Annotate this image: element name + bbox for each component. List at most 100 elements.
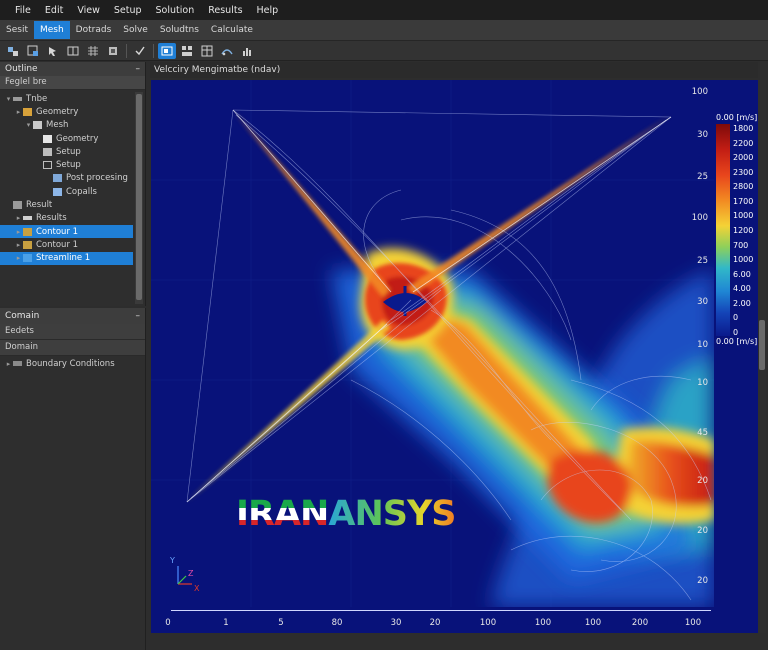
bottom-axis-tick-label: 30 xyxy=(390,618,402,628)
toolbar-separator xyxy=(126,43,127,58)
legend-label: 2200 xyxy=(733,138,754,148)
outline-item-geometry[interactable]: ▸ Geometry xyxy=(0,105,133,118)
tab-dotrads[interactable]: Dotrads xyxy=(70,21,118,39)
outline-scroll-thumb[interactable] xyxy=(136,94,142,300)
viewport-title: Velcciry Mengimatbe (ndav) xyxy=(150,62,758,78)
expand-arrow-icon[interactable]: ▸ xyxy=(14,241,23,249)
expand-arrow-icon[interactable]: ▸ xyxy=(14,108,23,116)
expand-arrow-icon[interactable]: ▸ xyxy=(14,228,23,236)
tab-sesit[interactable]: Sesit xyxy=(0,21,34,39)
expand-arrow-icon[interactable]: ▸ xyxy=(4,360,13,368)
right-axis-tick-label: 25 xyxy=(697,172,708,182)
viewport-scrollbar[interactable] xyxy=(758,80,766,633)
outline-item-label: Geometry xyxy=(56,133,99,144)
outline-item-results[interactable]: ▸ Results xyxy=(0,212,133,225)
outline-item-label: Mesh xyxy=(46,120,69,131)
outline-item-label: Copalls xyxy=(66,186,97,197)
outline-scrollbar[interactable] xyxy=(135,92,143,304)
copalls-icon xyxy=(53,187,62,196)
menu-solution[interactable]: Solution xyxy=(149,5,202,16)
component-tool-icon[interactable] xyxy=(104,43,122,59)
bottom-axis-tick-label: 0 xyxy=(165,618,171,628)
tab-soludtns[interactable]: Soludtns xyxy=(154,21,205,39)
bottom-axis-tick-label: 1 xyxy=(223,618,229,628)
outline-item-contour-1[interactable]: ▸ Contour 1 xyxy=(0,238,133,251)
outline-item-geometry[interactable]: Geometry xyxy=(0,132,133,145)
outline-panel: Outline – Feglel bre ▾ Tnbe ▸ Geometry ▾ Mesh… xyxy=(0,62,146,306)
outline-item-setup[interactable]: Setup xyxy=(0,145,133,158)
outline-collapse-button[interactable]: – xyxy=(136,64,141,74)
tab-mesh[interactable]: Mesh xyxy=(33,21,70,39)
right-axis-tick-label: 30 xyxy=(697,297,708,307)
legend-label: 6.00 xyxy=(733,269,751,279)
legend-label: 1800 xyxy=(733,124,754,133)
legend-label: 4.00 xyxy=(733,284,751,294)
expand-arrow-icon[interactable]: ▾ xyxy=(24,121,33,129)
check-icon[interactable] xyxy=(131,43,149,59)
bottom-axis-tick-label: 5 xyxy=(278,618,284,628)
result-icon xyxy=(13,201,22,210)
outline-item-result[interactable]: Result xyxy=(0,198,133,211)
legend-color-bar xyxy=(716,124,730,336)
setup-icon xyxy=(43,147,52,156)
chart-icon[interactable] xyxy=(238,43,256,59)
bottom-axis-tick-label: 80 xyxy=(331,618,343,628)
boundary-conditions-item[interactable]: ▸ Boundary Conditions xyxy=(0,356,145,371)
table-icon[interactable] xyxy=(198,43,216,59)
outline-item-tnbe[interactable]: ▾ Tnbe xyxy=(0,92,133,105)
grid-tool-icon[interactable] xyxy=(84,43,102,59)
menu-file[interactable]: File xyxy=(8,5,38,16)
domain-row-domain[interactable]: Domain xyxy=(0,340,145,356)
expand-arrow-icon[interactable]: ▸ xyxy=(14,214,23,222)
outline-item-label: Tnbe xyxy=(26,93,48,104)
mesh-icon xyxy=(33,121,42,130)
toolbar-separator xyxy=(153,43,154,58)
setup-grid-icon xyxy=(43,161,52,170)
expand-arrow-icon[interactable]: ▸ xyxy=(14,254,23,262)
expand-arrow-icon[interactable]: ▾ xyxy=(4,95,13,103)
outline-item-label: Result xyxy=(26,200,53,211)
tab-solve[interactable]: Solve xyxy=(117,21,154,39)
outline-item-streamline-1[interactable]: ▸ Streamline 1 xyxy=(0,251,133,265)
viewport-scroll-thumb[interactable] xyxy=(759,320,765,370)
triad-z-label: Z xyxy=(188,569,194,578)
menu-help[interactable]: Help xyxy=(250,5,286,16)
tab-calculate[interactable]: Calculate xyxy=(205,21,259,39)
legend-label: 1000 xyxy=(733,211,754,221)
outline-item-contour-1[interactable]: ▸ Contour 1 xyxy=(0,224,133,239)
watermark-ansys: ANSYS xyxy=(328,494,456,534)
outline-item-copalls[interactable]: Copalls xyxy=(0,185,133,198)
flow-icon[interactable] xyxy=(218,43,236,59)
bottom-axis-tick-label: 100 xyxy=(534,618,552,628)
domain-row-eedets[interactable]: Eedets xyxy=(0,324,145,340)
right-axis-tick-label: 20 xyxy=(697,476,708,486)
right-axis-tick-label: 100 xyxy=(691,213,708,223)
legend-label: 1700 xyxy=(733,196,754,206)
geometry-tool-icon[interactable] xyxy=(4,43,22,59)
outline-subheader: Feglel bre xyxy=(0,76,145,90)
domain-collapse-button[interactable]: – xyxy=(136,311,141,321)
outline-item-label: Streamline 1 xyxy=(36,253,91,264)
legend-label: 1000 xyxy=(733,255,754,265)
outline-tree: ▾ Tnbe ▸ Geometry ▾ Mesh Geometry Setup Setup Pos… xyxy=(0,90,145,265)
iranansys-watermark: IRANANSYS xyxy=(236,494,457,534)
outline-item-label: Contour 1 xyxy=(36,226,79,237)
boundary-conditions-label: Boundary Conditions xyxy=(26,358,115,369)
menu-results[interactable]: Results xyxy=(201,5,249,16)
outline-item-mesh[interactable]: ▾ Mesh xyxy=(0,119,133,132)
outline-item-label: Contour 1 xyxy=(36,239,79,250)
window-select-icon[interactable] xyxy=(158,42,176,59)
outline-item-setup[interactable]: Setup xyxy=(0,158,133,171)
menu-setup[interactable]: Setup xyxy=(107,5,149,16)
outline-item-label: Post procesing xyxy=(66,173,128,184)
mesh-tool-icon[interactable] xyxy=(24,43,42,59)
legend-title: 0.00 [m/s] xyxy=(716,113,758,122)
outline-panel-header: Outline – xyxy=(0,62,145,76)
menu-edit[interactable]: Edit xyxy=(38,5,70,16)
menu-view[interactable]: View xyxy=(70,5,107,16)
layout-icon[interactable] xyxy=(178,43,196,59)
triad-x-label: X xyxy=(194,584,200,593)
section-tool-icon[interactable] xyxy=(64,43,82,59)
cursor-tool-icon[interactable] xyxy=(44,43,62,59)
outline-item-post-procesing[interactable]: Post procesing xyxy=(0,172,133,185)
